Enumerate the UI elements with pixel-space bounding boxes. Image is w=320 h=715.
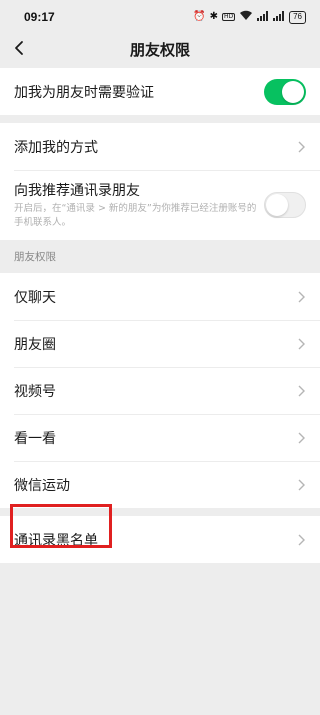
recommend-description: 开启后，在“通讯录 > 新的朋友”为你推荐已经注册账号的手机联系人。 xyxy=(14,203,257,228)
wifi-icon xyxy=(239,10,253,24)
chevron-right-icon xyxy=(296,384,306,398)
chevron-right-icon xyxy=(296,337,306,351)
permission-row[interactable]: 朋友圈 xyxy=(0,320,320,367)
status-icons: ⏰ ✱ HD 76 xyxy=(193,10,306,24)
verify-row: 加我为朋友时需要验证 xyxy=(0,68,320,115)
verify-toggle[interactable] xyxy=(264,78,306,105)
chevron-right-icon xyxy=(296,478,306,492)
permission-label: 仅聊天 xyxy=(14,289,56,306)
toggle-knob xyxy=(266,194,288,216)
permission-label: 看一看 xyxy=(14,430,56,447)
alarm-icon: ⏰ xyxy=(193,11,206,22)
blacklist-label: 通讯录黑名单 xyxy=(14,532,98,549)
permission-label: 朋友圈 xyxy=(14,336,56,353)
permission-label: 视频号 xyxy=(14,383,56,400)
status-bar: 09:17 ⏰ ✱ HD 76 xyxy=(0,0,320,34)
signal-icon xyxy=(273,10,285,24)
permission-label: 微信运动 xyxy=(14,477,70,494)
chevron-right-icon xyxy=(296,431,306,445)
battery-icon: 76 xyxy=(289,10,306,24)
hd-icon: HD xyxy=(221,13,236,21)
chevron-left-icon xyxy=(15,41,23,55)
status-time: 09:17 xyxy=(24,10,55,24)
blacklist-group: 通讯录黑名单 xyxy=(0,516,320,563)
page-title: 朋友权限 xyxy=(129,40,190,59)
back-button[interactable] xyxy=(8,37,30,59)
add-method-row[interactable]: 添加我的方式 xyxy=(0,123,320,170)
permission-row[interactable]: 微信运动 xyxy=(0,461,320,508)
section-header: 朋友权限 xyxy=(14,251,56,263)
chevron-right-icon xyxy=(296,290,306,304)
verify-label: 加我为朋友时需要验证 xyxy=(14,84,154,101)
permission-row[interactable]: 视频号 xyxy=(0,367,320,414)
nav-bar: 朋友权限 xyxy=(0,34,320,64)
toggle-knob xyxy=(282,80,304,103)
blacklist-row[interactable]: 通讯录黑名单 xyxy=(0,516,320,563)
add-group: 添加我的方式 向我推荐通讯录朋友 开启后，在“通讯录 > 新的朋友”为你推荐已经… xyxy=(0,123,320,240)
chevron-right-icon xyxy=(296,533,306,547)
permissions-group: 仅聊天朋友圈视频号看一看微信运动 xyxy=(0,273,320,508)
add-method-label: 添加我的方式 xyxy=(14,139,98,156)
permission-row[interactable]: 仅聊天 xyxy=(0,273,320,320)
recommend-toggle[interactable] xyxy=(264,192,306,218)
recommend-label: 向我推荐通讯录朋友 xyxy=(14,183,140,199)
verify-group: 加我为朋友时需要验证 xyxy=(0,68,320,115)
permission-row[interactable]: 看一看 xyxy=(0,414,320,461)
chevron-right-icon xyxy=(296,140,306,154)
signal-icon xyxy=(257,10,269,24)
bluetooth-icon: ✱ xyxy=(209,11,218,22)
recommend-row: 向我推荐通讯录朋友 开启后，在“通讯录 > 新的朋友”为你推荐已经注册账号的手机… xyxy=(0,170,320,240)
